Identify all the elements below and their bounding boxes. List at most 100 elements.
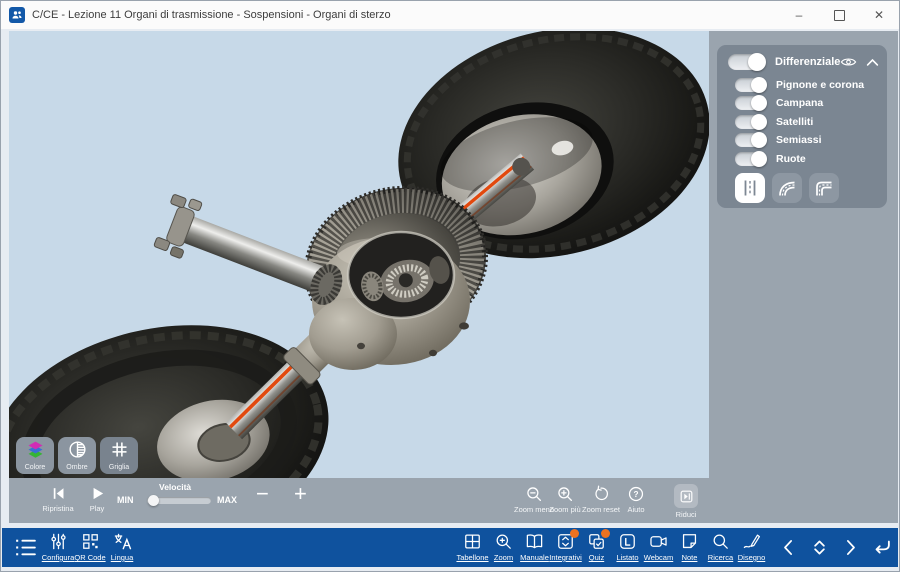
layer-label: Satelliti (776, 116, 813, 128)
open-book-icon (525, 532, 544, 551)
toolbar-item-tabellone[interactable]: Tabellone (457, 528, 488, 567)
straight-road-button[interactable] (735, 173, 765, 203)
menu-button[interactable] (8, 528, 42, 567)
sharp-curve-road-button[interactable] (809, 173, 839, 203)
speed-max-label: MAX (217, 495, 237, 505)
nav-next-button[interactable] (835, 528, 866, 567)
listing-icon (618, 532, 637, 551)
tool-label: Colore (25, 464, 46, 472)
zoom-out-icon (525, 485, 543, 503)
tool-label: Ombre (66, 464, 87, 472)
straight-road-icon (740, 178, 760, 198)
magnifier-plus-icon (494, 532, 513, 551)
toolbar-item-quiz[interactable]: Quiz (581, 528, 612, 567)
toggle-pignone-e-corona[interactable] (735, 78, 766, 92)
road-mode-group (735, 173, 877, 203)
zoom-reset-icon (592, 485, 610, 503)
app-icon (9, 7, 25, 23)
maximize-icon (834, 10, 845, 21)
sharp-curve-road-icon (814, 178, 834, 198)
grid-icon (109, 439, 130, 460)
speed-min-label: MIN (117, 495, 134, 505)
grid-button[interactable]: Griglia (100, 437, 138, 474)
toolbar-item-webcam[interactable]: Webcam (643, 528, 674, 567)
speed-slider-knob[interactable] (148, 495, 159, 506)
qr-code-icon (81, 532, 100, 551)
toolbar-item-note[interactable]: Note (674, 528, 705, 567)
back-return-button[interactable] (866, 528, 897, 567)
svg-text:?: ? (633, 490, 638, 499)
notification-badge (570, 529, 579, 538)
toggle-ruote[interactable] (735, 152, 766, 166)
toggle-campana[interactable] (735, 96, 766, 110)
toolbar-item-disegno[interactable]: Disegno (736, 528, 767, 567)
play-icon (89, 485, 106, 502)
toolbar-item-integrativi[interactable]: Integrativi (550, 528, 581, 567)
skip-start-icon (50, 485, 67, 502)
board-grid-icon (463, 532, 482, 551)
collapse-bar-icon (674, 484, 698, 508)
shadows-icon (67, 439, 88, 460)
gentle-curve-road-button[interactable] (772, 173, 802, 203)
chevron-right-icon (840, 537, 861, 558)
3d-viewport[interactable]: Colore Ombre Griglia (9, 31, 709, 478)
shadows-button[interactable]: Ombre (58, 437, 96, 474)
toolbar-item-lingua[interactable]: Lingua (106, 528, 138, 567)
toolbar-item-qr-code[interactable]: QR Code (74, 528, 106, 567)
viewport-toolbar: Colore Ombre Griglia (16, 437, 138, 474)
toolbar-item-manuale[interactable]: Manuale (519, 528, 550, 567)
chevrons-up-down-icon (809, 537, 830, 558)
differential-3d-scene (9, 31, 709, 478)
layers-color-icon (25, 439, 46, 460)
color-button[interactable]: Colore (16, 437, 54, 474)
layers-panel: Differenziale Pignone e corona Campana S… (717, 45, 887, 208)
layer-label: Campana (776, 97, 823, 109)
pen-drawing-icon (742, 532, 761, 551)
layer-group-label: Differenziale (775, 56, 840, 68)
minimize-button[interactable]: – (779, 1, 819, 29)
close-button[interactable]: ✕ (859, 1, 899, 29)
toggle-differenziale[interactable] (728, 54, 765, 70)
chevron-up-icon[interactable] (866, 58, 879, 67)
right-sidebar: Differenziale Pignone e corona Campana S… (709, 31, 898, 523)
nav-up-down-button[interactable] (804, 528, 835, 567)
toolbar-item-configura[interactable]: Configura (42, 528, 74, 567)
toggle-semiassi[interactable] (735, 133, 766, 147)
video-camera-icon (649, 532, 668, 551)
sliders-icon (49, 532, 68, 551)
playback-bar: Ripristina Play Velocità MIN MAX − + Zoo… (9, 478, 709, 523)
zoom-in-button[interactable]: Zoom più (549, 485, 581, 514)
play-button[interactable]: Play (82, 485, 112, 513)
toolbar-item-ricerca[interactable]: Ricerca (705, 528, 736, 567)
window-title: C/CE - Lezione 11 Organi di trasmissione… (32, 9, 391, 21)
tool-label: Griglia (109, 464, 129, 472)
zoom-in-icon (556, 485, 574, 503)
layer-label: Semiassi (776, 134, 822, 146)
return-arrow-icon (871, 537, 893, 559)
main-toolbar: Configura QR Code Lingua (2, 528, 898, 567)
speed-increase-button[interactable]: + (294, 480, 307, 508)
zoom-reset-button[interactable]: Zoom reset (581, 485, 621, 514)
sticky-note-icon (680, 532, 699, 551)
zoom-out-button[interactable]: Zoom meno (516, 485, 552, 514)
maximize-button[interactable] (819, 1, 859, 29)
help-button[interactable]: ? Aiuto (621, 485, 651, 514)
layer-label: Ruote (776, 153, 806, 165)
toolbar-item-listato[interactable]: Listato (612, 528, 643, 567)
toggle-satelliti[interactable] (735, 115, 766, 129)
restart-button[interactable]: Ripristina (43, 485, 73, 513)
visibility-eye-icon[interactable] (840, 56, 857, 68)
help-icon: ? (627, 485, 645, 503)
title-bar: C/CE - Lezione 11 Organi di trasmissione… (1, 1, 899, 29)
speed-decrease-button[interactable]: − (256, 480, 269, 508)
language-icon (113, 532, 132, 551)
list-menu-icon (13, 535, 38, 560)
layer-label: Pignone e corona (776, 79, 864, 91)
gentle-curve-road-icon (777, 178, 797, 198)
speed-slider[interactable] (147, 497, 211, 504)
toolbar-item-zoom[interactable]: Zoom (488, 528, 519, 567)
chevron-left-icon (778, 537, 799, 558)
collapse-bar-button[interactable]: Riduci (672, 484, 700, 519)
notification-badge (601, 529, 610, 538)
nav-previous-button[interactable] (773, 528, 804, 567)
